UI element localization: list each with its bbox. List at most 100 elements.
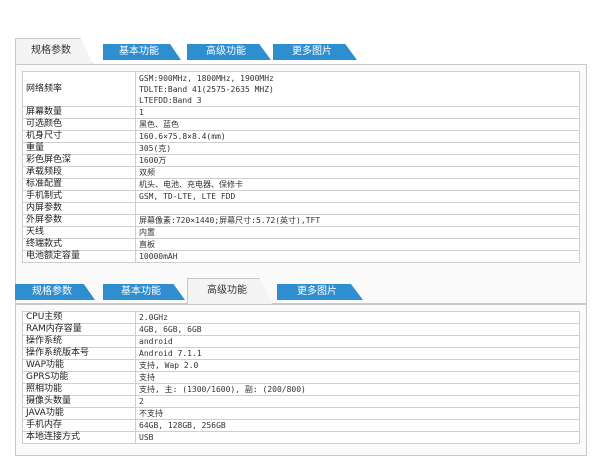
spec-value: 2.0GHz [135, 311, 580, 324]
spec-value-line: LTEFDD:Band 3 [139, 95, 202, 105]
table-row: 机身尺寸 160.6×75.8×8.4(mm) [22, 130, 580, 143]
spec-label: 照相功能 [22, 383, 136, 396]
spec-panel-bottom: 规格参数 基本功能 高级功能 更多图片 CPU主频 2.0GHz RAM内存容量 4G… [15, 278, 587, 456]
spec-label: 标准配置 [22, 178, 136, 191]
tab-bar-bottom: 规格参数 基本功能 高级功能 更多图片 [15, 278, 587, 304]
spec-table-container-bottom: CPU主频 2.0GHz RAM内存容量 4GB, 6GB, 6GB 操作系统 andro… [15, 304, 587, 456]
table-row: 可选颜色 黑色、蓝色 [22, 118, 580, 131]
table-row: 终端款式 直板 [22, 238, 580, 251]
tab-advanced-functions[interactable]: 高级功能 [187, 278, 273, 304]
spec-value: GSM:900MHz, 1800MHz, 1900MHz TDLTE:Band 4… [135, 71, 580, 107]
spec-value: GSM, TD-LTE, LTE FDD [135, 190, 580, 203]
spec-value: android [135, 335, 580, 348]
spec-label: CPU主频 [22, 311, 136, 324]
tab-more-images[interactable]: 更多图片 [277, 284, 363, 300]
spec-table-bottom: CPU主频 2.0GHz RAM内存容量 4GB, 6GB, 6GB 操作系统 andro… [22, 311, 580, 444]
spec-value-line: 不支持 [139, 409, 163, 418]
table-row: 摄像头数量 2 [22, 395, 580, 408]
table-row: 本地连接方式 USB [22, 431, 580, 444]
table-row: 操作系统 android [22, 335, 580, 348]
table-row: 重量 305(克) [22, 142, 580, 155]
spec-value: 4GB, 6GB, 6GB [135, 323, 580, 336]
spec-value: 屏幕像素:720×1440;屏幕尺寸:5.72(英寸),TFT [135, 214, 580, 227]
table-row: 屏幕数量 1 [22, 106, 580, 119]
tab-specs[interactable]: 规格参数 [15, 38, 93, 64]
spec-label: RAM内存容量 [22, 323, 136, 336]
spec-value-line: 双频 [139, 168, 155, 177]
spec-value-line: GSM, TD-LTE, LTE FDD [139, 192, 236, 201]
spec-label: 操作系统 [22, 335, 136, 348]
spec-value: 2 [135, 395, 580, 408]
spec-value-line: 2.0GHz [139, 313, 168, 322]
spec-value: 64GB, 128GB, 256GB [135, 419, 580, 432]
spec-value: 160.6×75.8×8.4(mm) [135, 130, 580, 143]
spec-value: Android 7.1.1 [135, 347, 580, 360]
spec-value-line: 支持 [139, 373, 155, 382]
spec-label: 天线 [22, 226, 136, 239]
spec-value: 不支持 [135, 407, 580, 420]
spec-value-line: 64GB, 128GB, 256GB [139, 421, 226, 430]
spec-value: 内置 [135, 226, 580, 239]
spec-value-line: 4GB, 6GB, 6GB [139, 325, 202, 334]
spec-value-line: TDLTE:Band 41(2575-2635 MHZ) [139, 84, 274, 94]
tab-specs[interactable]: 规格参数 [15, 284, 95, 300]
spec-value: 直板 [135, 238, 580, 251]
spec-label: 操作系统版本号 [22, 347, 136, 360]
table-row: 操作系统版本号 Android 7.1.1 [22, 347, 580, 360]
spec-panel-top: 规格参数 基本功能 高级功能 更多图片 网络频率 GSM:900MHz, 1800… [15, 38, 587, 304]
spec-label: 摄像头数量 [22, 395, 136, 408]
spec-value-line: 支持, Wap 2.0 [139, 361, 199, 370]
table-row: 外屏参数 屏幕像素:720×1440;屏幕尺寸:5.72(英寸),TFT [22, 214, 580, 227]
spec-value-line: 直板 [139, 240, 155, 249]
spec-value-line: 2 [139, 397, 144, 406]
table-row: JAVA功能 不支持 [22, 407, 580, 420]
spec-label: 网络频率 [22, 71, 136, 107]
table-row: 标准配置 机头、电池、充电器、保修卡 [22, 178, 580, 191]
spec-value: 支持, 主: (1300/1600), 副: (200/800) [135, 383, 580, 396]
spec-value-line: 160.6×75.8×8.4(mm) [139, 132, 226, 141]
table-row: 手机制式 GSM, TD-LTE, LTE FDD [22, 190, 580, 203]
spec-value-line: 305(克) [139, 144, 172, 153]
spec-label: 可选颜色 [22, 118, 136, 131]
tab-basic-functions[interactable]: 基本功能 [103, 44, 181, 60]
spec-value-line: 内置 [139, 228, 155, 237]
spec-label: 彩色屏色深 [22, 154, 136, 167]
table-row: RAM内存容量 4GB, 6GB, 6GB [22, 323, 580, 336]
spec-value: 双频 [135, 166, 580, 179]
spec-value [135, 202, 580, 215]
spec-value: 支持 [135, 371, 580, 384]
spec-label: 手机内存 [22, 419, 136, 432]
spec-value: 1600万 [135, 154, 580, 167]
spec-label: GPRS功能 [22, 371, 136, 384]
table-row: WAP功能 支持, Wap 2.0 [22, 359, 580, 372]
spec-label: 承载频段 [22, 166, 136, 179]
spec-value-line: android [139, 337, 173, 346]
spec-label: 电池额定容量 [22, 250, 136, 263]
table-row: 内屏参数 [22, 202, 580, 215]
table-row: 照相功能 支持, 主: (1300/1600), 副: (200/800) [22, 383, 580, 396]
table-row: 网络频率 GSM:900MHz, 1800MHz, 1900MHz TDLTE:Ba… [22, 71, 580, 107]
spec-value: 305(克) [135, 142, 580, 155]
spec-label: 内屏参数 [22, 202, 136, 215]
spec-value: 10000mAH [135, 250, 580, 263]
spec-value: USB [135, 431, 580, 444]
spec-label: 本地连接方式 [22, 431, 136, 444]
spec-label: 终端款式 [22, 238, 136, 251]
table-row: 手机内存 64GB, 128GB, 256GB [22, 419, 580, 432]
spec-value-line: 10000mAH [139, 252, 178, 261]
spec-value: 1 [135, 106, 580, 119]
table-row: 彩色屏色深 1600万 [22, 154, 580, 167]
tab-basic-functions[interactable]: 基本功能 [103, 284, 185, 300]
spec-value-line: 1 [139, 108, 144, 117]
spec-label: 机身尺寸 [22, 130, 136, 143]
spec-value: 支持, Wap 2.0 [135, 359, 580, 372]
spec-value-line: 1600万 [139, 156, 167, 165]
tab-more-images[interactable]: 更多图片 [273, 44, 357, 60]
spec-value-line: 黑色、蓝色 [139, 120, 179, 129]
spec-value: 黑色、蓝色 [135, 118, 580, 131]
spec-label: JAVA功能 [22, 407, 136, 420]
spec-value-line: Android 7.1.1 [139, 349, 202, 358]
tab-advanced-functions[interactable]: 高级功能 [187, 44, 271, 60]
spec-value-line: 屏幕像素:720×1440;屏幕尺寸:5.72(英寸),TFT [139, 216, 321, 225]
spec-value-line: 支持, 主: (1300/1600), 副: (200/800) [139, 385, 306, 394]
